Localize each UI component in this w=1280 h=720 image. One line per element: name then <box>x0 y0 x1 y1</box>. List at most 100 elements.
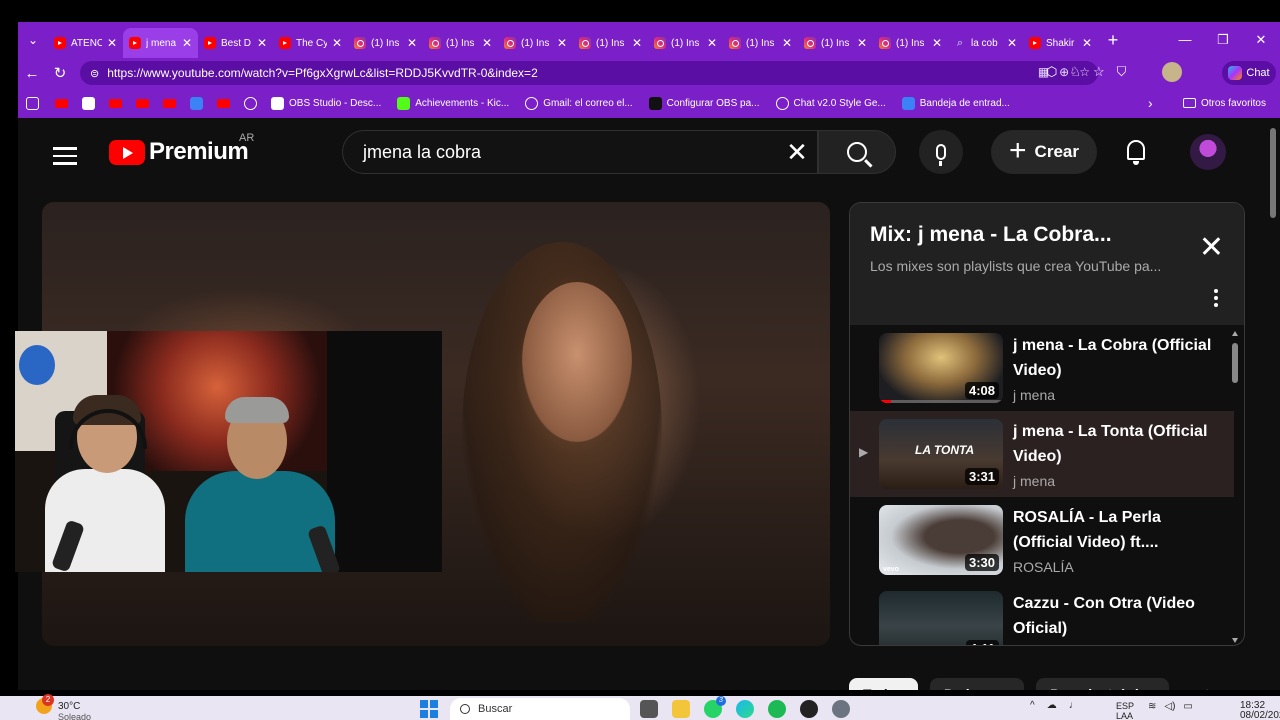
scroll-up-arrow-icon[interactable] <box>1232 331 1238 336</box>
clear-search-icon[interactable]: ✕ <box>781 137 813 169</box>
other-bookmarks[interactable]: Otros favoritos <box>1182 98 1266 109</box>
bookmark-item[interactable] <box>109 98 122 108</box>
browser-tab[interactable]: Best D ✕ <box>198 28 273 58</box>
mix-scrollbar[interactable] <box>1232 331 1238 643</box>
extension-icon[interactable]: ⬡ <box>1046 64 1057 80</box>
close-window-button[interactable]: ✕ <box>1242 22 1280 58</box>
taskbar-search[interactable]: Buscar <box>450 698 630 720</box>
browser-tab[interactable]: (1) Ins ✕ <box>348 28 423 58</box>
scroll-down-arrow-icon[interactable] <box>1232 638 1238 643</box>
close-tab-icon[interactable]: ✕ <box>1007 36 1017 50</box>
voice-search-button[interactable] <box>919 130 963 174</box>
bookmark-media-icon[interactable] <box>26 96 39 110</box>
obs-icon[interactable] <box>800 700 818 718</box>
copilot-chat-button[interactable]: Chat <box>1222 61 1276 85</box>
bookmark-item[interactable]: OBS Studio - Desc... <box>271 96 381 110</box>
close-tab-icon[interactable]: ✕ <box>332 36 342 50</box>
video-thumbnail[interactable]: 4:08 <box>879 333 1003 403</box>
task-view-icon[interactable] <box>640 700 658 718</box>
close-tab-icon[interactable]: ✕ <box>407 36 417 50</box>
wifi-icon[interactable]: ≋ <box>1148 701 1156 712</box>
bookmark-item[interactable] <box>217 98 230 108</box>
browser-tab[interactable]: la cob ✕ <box>948 28 1023 58</box>
close-tab-icon[interactable]: ✕ <box>857 36 867 50</box>
clock[interactable]: 18:32 08/02/2025 <box>1240 701 1280 720</box>
bookmark-item[interactable] <box>55 98 68 108</box>
close-tab-icon[interactable]: ✕ <box>482 36 492 50</box>
browser-tab[interactable]: (1) Ins ✕ <box>723 28 798 58</box>
browser-tab[interactable]: j mena ✕ <box>123 28 198 58</box>
cloud-icon[interactable]: ☁ <box>1047 700 1057 711</box>
bookmark-item[interactable]: Achievements - Kic... <box>397 96 509 110</box>
filter-chip[interactable]: Todos <box>849 678 918 690</box>
mic-tray-icon[interactable]: ♩ <box>1069 700 1079 711</box>
close-tab-icon[interactable]: ✕ <box>107 36 117 50</box>
back-button[interactable]: ← <box>18 65 46 82</box>
weather-widget[interactable]: 2 30°C Soleado <box>36 694 91 720</box>
settings-icon[interactable] <box>832 700 850 718</box>
hands-icon[interactable]: ♘ <box>1069 64 1081 80</box>
user-avatar[interactable] <box>1190 134 1226 170</box>
close-tab-icon[interactable]: ✕ <box>182 36 192 50</box>
tab-search-chevron-icon[interactable]: ⌄ <box>18 22 48 58</box>
page-scrollbar[interactable] <box>1270 128 1276 218</box>
browser-tab[interactable]: The Cy ✕ <box>273 28 348 58</box>
favorites-icon[interactable]: ☆ <box>1093 64 1105 80</box>
close-tab-icon[interactable]: ✕ <box>932 36 942 50</box>
close-tab-icon[interactable]: ✕ <box>557 36 567 50</box>
volume-icon[interactable]: ◁) <box>1164 701 1175 712</box>
new-tab-button[interactable]: + <box>1098 30 1128 51</box>
scrollbar-thumb[interactable] <box>1232 343 1238 383</box>
filter-chip[interactable]: De j mena <box>929 678 1025 690</box>
browser-tab[interactable]: (1) Ins ✕ <box>498 28 573 58</box>
maximize-button[interactable]: ❐ <box>1204 22 1242 58</box>
minimize-button[interactable]: — <box>1166 22 1204 58</box>
close-tab-icon[interactable]: ✕ <box>782 36 792 50</box>
playlist-item[interactable]: ▶ LA TONTA 3:31 j mena - La Tonta (Official… <box>850 411 1234 497</box>
search-button[interactable] <box>818 130 896 174</box>
close-mix-icon[interactable]: ✕ <box>1199 233 1224 263</box>
bookmark-item[interactable] <box>244 96 257 110</box>
more-options-icon[interactable] <box>1214 289 1218 310</box>
close-tab-icon[interactable]: ✕ <box>1082 36 1092 50</box>
playlist-item[interactable]: 4:11 Cazzu - Con Otra (Video Oficial) <box>850 583 1234 645</box>
search-input[interactable]: jmena la cobra ✕ <box>342 130 818 174</box>
browser-tab[interactable]: (1) Ins ✕ <box>873 28 948 58</box>
close-tab-icon[interactable]: ✕ <box>632 36 642 50</box>
create-button[interactable]: + Crear <box>991 130 1097 174</box>
bookmark-item[interactable]: Gmail: el correo el... <box>525 96 633 110</box>
close-tab-icon[interactable]: ✕ <box>257 36 267 50</box>
spotify-icon[interactable] <box>768 700 786 718</box>
shield-icon[interactable]: ⛉ <box>1117 64 1127 80</box>
bookmarks-more-chevron-icon[interactable]: › <box>1148 95 1153 111</box>
browser-tab[interactable]: (1) Ins ✕ <box>648 28 723 58</box>
close-tab-icon[interactable]: ✕ <box>707 36 717 50</box>
browser-tab[interactable]: Shakir ✕ <box>1023 28 1098 58</box>
bookmark-item[interactable]: Bandeja de entrad... <box>901 96 1010 110</box>
bookmark-item[interactable] <box>190 96 203 110</box>
site-info-icon[interactable]: ⊜ <box>90 67 99 80</box>
browser-tab[interactable]: (1) Ins ✕ <box>573 28 648 58</box>
language-indicator[interactable]: ESP LAA <box>1116 701 1134 720</box>
whatsapp-icon[interactable]: 3 <box>704 696 726 718</box>
hamburger-menu-icon[interactable] <box>53 142 77 170</box>
browser-tab[interactable]: (1) Ins ✕ <box>798 28 873 58</box>
bookmark-item[interactable] <box>82 96 95 110</box>
address-bar[interactable]: ⊜ https://www.youtube.com/watch?v=Pf6gxX… <box>80 61 1098 85</box>
video-thumbnail[interactable]: LA TONTA 3:31 <box>879 419 1003 489</box>
bookmark-item[interactable] <box>136 98 149 108</box>
chevron-up-icon[interactable]: ^ <box>1030 700 1035 711</box>
browser-tab[interactable]: ATENC ✕ <box>48 28 123 58</box>
reload-button[interactable]: ↻ <box>46 64 74 82</box>
browser-tab[interactable]: (1) Ins ✕ <box>423 28 498 58</box>
chips-next-arrow-icon[interactable]: › <box>1206 684 1211 690</box>
browser-profile-avatar[interactable] <box>1162 62 1182 82</box>
playlist-item[interactable]: vevo 3:30 ROSALÍA - La Perla (Official Vid… <box>850 497 1234 583</box>
battery-icon[interactable]: ▭ <box>1183 701 1192 712</box>
edge-icon[interactable] <box>736 700 754 718</box>
video-thumbnail[interactable]: 4:11 <box>879 591 1003 645</box>
bookmark-item[interactable]: Chat v2.0 Style Ge... <box>775 96 886 110</box>
youtube-premium-logo[interactable]: Premium AR <box>109 132 254 166</box>
bookmark-item[interactable]: Configurar OBS pa... <box>648 96 760 110</box>
notifications-bell-icon[interactable] <box>1124 138 1148 166</box>
